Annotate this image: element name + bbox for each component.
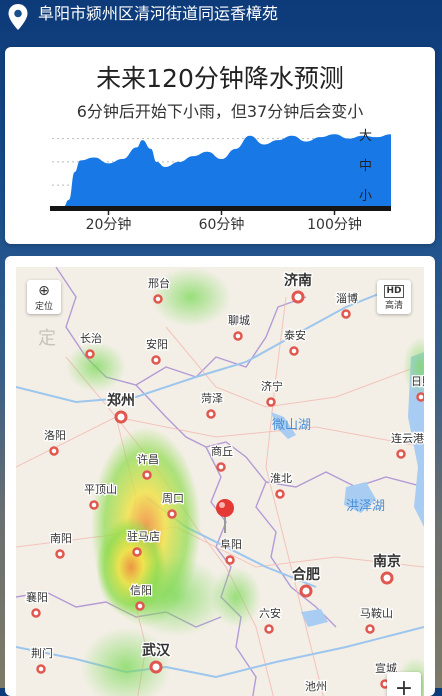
precipitation-area [52,134,391,207]
city-label: 淄博 [336,292,358,305]
city-label: 马鞍山 [360,606,393,620]
city-label: 池州 [305,680,327,693]
radar-map[interactable]: 济南 邢台淄博聊城长治 安阳 泰安日照郑州 菏泽 济宁洛阳商丘 连云港许昌淮北平顶山周口南阳… [16,267,424,696]
city-label: 襄阳 [26,590,48,604]
city-dot [233,331,243,341]
precipitation-chart: 20分钟 60分钟 100分钟 大 中 小 [50,129,391,233]
rain-echo [403,337,424,397]
location-pin-icon [8,4,28,30]
city-label: 日照 [411,375,424,388]
city-label: 合肥 [292,566,320,582]
chart-baseline [50,206,391,211]
level-label-light: 小 [359,189,372,204]
rain-echo [151,267,231,327]
radar-map-card: 济南 邢台淄博聊城长治 安阳 泰安日照郑州 菏泽 济宁洛阳商丘 连云港许昌淮北平顶山周口南阳… [5,256,435,696]
rain-echo [211,567,261,627]
hd-icon: HD [384,285,404,298]
city-dot [264,624,274,634]
city-dot [216,462,226,472]
city-dot [299,584,313,598]
zoom-in-button[interactable]: + [387,672,421,696]
city-dot [85,349,95,359]
city-dot [289,346,299,356]
city-label: 信阳 [130,584,152,597]
level-label-medium: 中 [359,159,372,174]
city-dot [266,397,276,407]
city-label: 连云港 [391,432,424,445]
city-label: 聊城 [228,313,250,327]
city-dot [396,449,406,459]
level-label-heavy: 大 [359,129,372,144]
city-dot [114,410,128,424]
water-label: 微山湖 [272,417,311,432]
city-dot [206,409,216,419]
location-address[interactable]: 阜阳市颍州区清河街道同运香樟苑 [38,4,278,24]
city-dot [55,549,65,559]
city-dot [365,624,375,634]
water-label: 洪泽湖 [346,498,385,513]
city-label: 洛阳 [44,428,66,442]
city-dot [380,571,394,585]
forecast-card: 未来120分钟降水预测 6分钟后开始下小雨，但37分钟后会变小 20分钟 60分钟… [5,47,435,244]
city-dot [153,294,163,304]
city-dot [225,555,235,565]
city-dot [142,470,152,480]
city-label: 驻马店 [127,529,160,543]
city-label: 平顶山 [84,483,117,496]
map-watermark: 定 [38,328,56,348]
city-dot [275,489,285,499]
city-label: 邢台 [148,276,170,290]
city-label: 南京 [373,553,401,569]
locate-button[interactable]: ⊕ 定位 [27,280,61,314]
x-tick-label: 60分钟 [199,216,245,233]
x-tick-label: 100分钟 [307,216,362,233]
city-label: 泰安 [284,328,306,342]
crosshair-icon: ⊕ [38,283,50,299]
city-label: 周口 [162,492,184,505]
city-label: 济宁 [261,379,283,393]
city-dot [291,290,305,304]
city-label: 淮北 [270,472,292,485]
city-dot [135,601,145,611]
city-label: 济南 [284,272,312,288]
city-label: 南阳 [50,532,72,545]
hd-button[interactable]: HD 高清 [377,280,411,314]
map-canvas: 济南 邢台淄博聊城长治 安阳 泰安日照郑州 菏泽 济宁洛阳商丘 连云港许昌淮北平顶山周口南阳… [16,267,424,696]
city-dot [49,446,59,456]
city-label: 郑州 [107,392,135,408]
hd-label: 高清 [384,301,403,311]
city-dot [341,309,351,319]
x-tick-label: 20分钟 [86,216,132,233]
location-header: 阜阳市颍州区清河街道同运香樟苑 [0,0,442,36]
city-label: 荆门 [31,646,53,660]
rain-echo [66,342,126,392]
city-dot [36,664,46,674]
city-label: 武汉 [142,642,171,658]
city-dot [31,608,41,618]
city-label: 长治 [80,331,102,345]
city-label: 许昌 [137,453,159,466]
locate-label: 定位 [34,302,53,312]
city-dot [132,547,142,557]
city-dot [416,392,424,402]
city-label: 阜阳 [220,538,242,551]
city-dot [89,500,99,510]
city-dot [151,355,161,365]
city-label: 六安 [259,606,281,620]
city-dot [149,660,163,674]
city-label: 菏泽 [201,392,223,405]
city-dot [167,509,177,519]
current-location-marker[interactable] [216,499,234,533]
city-label: 商丘 [211,444,233,458]
city-label: 安阳 [146,337,168,351]
